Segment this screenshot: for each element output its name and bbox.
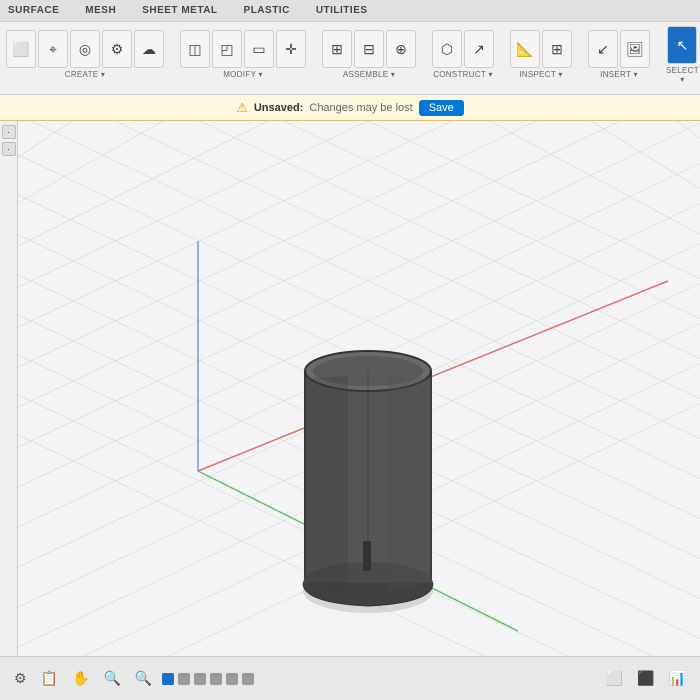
- select-buttons: ↖: [667, 26, 697, 64]
- asbuilt-joint-btn[interactable]: ⊕: [386, 30, 416, 68]
- tab-mesh[interactable]: MESH: [81, 3, 120, 18]
- toolbar: SURFACE MESH SHEET METAL PLASTIC UTILITI…: [0, 0, 700, 95]
- select-btn[interactable]: ↖: [667, 26, 697, 64]
- zoom-fit-btn[interactable]: 🔍: [99, 668, 124, 689]
- select-label: SELECT ▾: [666, 66, 699, 84]
- insert-buttons: ↙ 🖼: [588, 30, 650, 68]
- cloud-btn[interactable]: ☁: [134, 30, 164, 68]
- modify-label: MODIFY ▾: [223, 70, 263, 79]
- fillet-btn[interactable]: ◰: [212, 30, 242, 68]
- nav-item-4: [210, 673, 222, 685]
- left-sidebar: · ·: [0, 121, 18, 676]
- tab-row: SURFACE MESH SHEET METAL PLASTIC UTILITI…: [0, 0, 700, 22]
- inspect-buttons: 📐 ⊞: [510, 30, 572, 68]
- push-pull-btn[interactable]: ◫: [180, 30, 210, 68]
- measure-btn[interactable]: 📐: [510, 30, 540, 68]
- move-copy-btn[interactable]: ✛: [276, 30, 306, 68]
- nav-item-1: [162, 673, 174, 685]
- zoom-btn[interactable]: 🔍: [131, 668, 156, 689]
- construct-label: CONSTRUCT ▾: [433, 70, 493, 79]
- joint-btn[interactable]: ⊟: [354, 30, 384, 68]
- grid-svg: [18, 121, 700, 656]
- tab-utilities[interactable]: UTILITIES: [312, 3, 372, 18]
- offset-plane-btn[interactable]: ↗: [464, 30, 494, 68]
- nav-bar: [162, 673, 595, 685]
- tool-row: ⬜ ⌖ ◎ ⚙ ☁ CREATE ▾: [0, 22, 700, 87]
- pan-btn[interactable]: ✋: [68, 668, 93, 689]
- shell-btn[interactable]: ▭: [244, 30, 274, 68]
- nav-item-2: [178, 673, 190, 685]
- construct-group: ⬡ ↗ CONSTRUCT ▾: [432, 30, 494, 79]
- viewport[interactable]: [18, 121, 700, 656]
- save-button[interactable]: Save: [419, 100, 464, 116]
- sidebar-button-2[interactable]: ·: [2, 142, 16, 156]
- stats-btn[interactable]: 📊: [665, 668, 690, 689]
- create-buttons: ⬜ ⌖ ◎ ⚙ ☁: [6, 30, 164, 68]
- create-form-btn[interactable]: ◎: [70, 30, 100, 68]
- warning-icon: ⚠: [236, 100, 248, 116]
- insert-group: ↙ 🖼 INSERT ▾: [588, 30, 650, 79]
- construct-buttons: ⬡ ↗: [432, 30, 494, 68]
- unsaved-bar: ⚠ Unsaved: Changes may be lost Save: [0, 95, 700, 121]
- modify-buttons: ◫ ◰ ▭ ✛: [180, 30, 306, 68]
- tab-surface[interactable]: SURFACE: [4, 3, 63, 18]
- wireframe-btn[interactable]: ⬛: [633, 668, 658, 689]
- create-sketch-btn[interactable]: ⌖: [38, 30, 68, 68]
- tab-plastic[interactable]: PLASTIC: [240, 3, 294, 18]
- assemble-group: ⊞ ⊟ ⊕ ASSEMBLE ▾: [322, 30, 416, 79]
- interference-btn[interactable]: ⊞: [542, 30, 572, 68]
- assemble-label: ASSEMBLE ▾: [343, 70, 395, 79]
- insert-label: INSERT ▾: [600, 70, 638, 79]
- nav-item-3: [194, 673, 206, 685]
- canvas-btn[interactable]: 🖼: [620, 30, 650, 68]
- new-component2-btn[interactable]: ⊞: [322, 30, 352, 68]
- create-group: ⬜ ⌖ ◎ ⚙ ☁ CREATE ▾: [6, 30, 164, 79]
- nav-item-5: [226, 673, 238, 685]
- nav-item-6: [242, 673, 254, 685]
- inspect-group: 📐 ⊞ INSPECT ▾: [510, 30, 572, 79]
- display-btn[interactable]: ⬜: [602, 668, 627, 689]
- preferences-btn[interactable]: ⚙: [102, 30, 132, 68]
- create-label: CREATE ▾: [65, 70, 106, 79]
- new-component-btn[interactable]: ⬜: [6, 30, 36, 68]
- clipboard-btn[interactable]: 📋: [37, 668, 62, 689]
- settings-btn[interactable]: ⚙: [10, 668, 31, 689]
- select-group: ↖ SELECT ▾: [666, 26, 699, 84]
- midplane-btn[interactable]: ⬡: [432, 30, 462, 68]
- bottom-bar: ⚙ 📋 ✋ 🔍 🔍 ⬜ ⬛ 📊: [0, 656, 700, 700]
- tab-sheet-metal[interactable]: SHEET METAL: [138, 3, 221, 18]
- inspect-label: INSPECT ▾: [519, 70, 562, 79]
- unsaved-label: Unsaved:: [254, 102, 304, 114]
- sidebar-button-1[interactable]: ·: [2, 125, 16, 139]
- modify-group: ◫ ◰ ▭ ✛ MODIFY ▾: [180, 30, 306, 79]
- assemble-buttons: ⊞ ⊟ ⊕: [322, 30, 416, 68]
- changes-label: Changes may be lost: [309, 102, 412, 114]
- insert-btn[interactable]: ↙: [588, 30, 618, 68]
